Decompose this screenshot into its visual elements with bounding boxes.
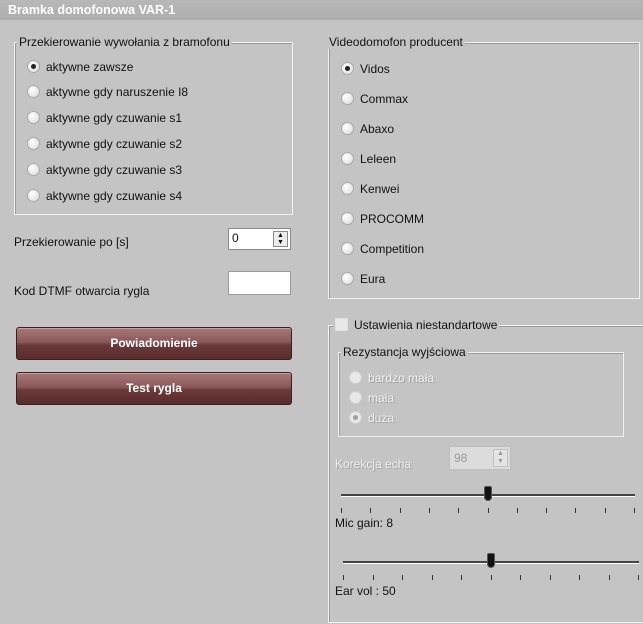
slider-thumb[interactable] [487, 553, 495, 568]
slider-tick [575, 508, 576, 513]
radio-very-small[interactable]: bardzo mała [349, 370, 434, 386]
spin-down-icon[interactable]: ▼ [274, 239, 287, 246]
slider-tick [517, 508, 518, 513]
redirect-group: Przekierowanie wywołania z bramofonu akt… [14, 35, 293, 215]
radio-indicator [341, 272, 354, 286]
radio-active-s2[interactable]: aktywne gdy czuwanie s2 [27, 136, 182, 152]
radio-active-s3[interactable]: aktywne gdy czuwanie s3 [27, 162, 182, 178]
slider-tick [579, 575, 580, 580]
slider-tick [458, 508, 459, 513]
radio-abaxo[interactable]: Abaxo [341, 121, 394, 137]
radio-indicator [27, 60, 40, 74]
radio-indicator [27, 111, 40, 125]
window-title: Bramka domofonowa VAR-1 [8, 3, 176, 17]
redirect-after-label: Przekierowanie po [s] [14, 235, 129, 249]
custom-settings-legend[interactable]: Ustawienia niestandartowe [333, 317, 500, 332]
slider-tick [520, 575, 521, 580]
slider-tick [400, 508, 401, 513]
spinner-arrows[interactable]: ▲ ▼ [273, 231, 288, 247]
radio-active-s1[interactable]: aktywne gdy czuwanie s1 [27, 110, 182, 126]
notify-button[interactable]: Powiadomienie [16, 327, 292, 360]
producer-group-legend: Videodomofon producent [327, 35, 465, 49]
radio-indicator [349, 371, 362, 385]
echo-value: 98 [454, 451, 468, 465]
slider-tick [550, 575, 551, 580]
producer-group: Videodomofon producent Vidos Commax Abax… [327, 35, 640, 299]
slider-tick [429, 508, 430, 513]
radio-indicator [341, 182, 354, 196]
echo-spinner-arrows[interactable]: ▲ ▼ [493, 449, 508, 467]
slider-tick [373, 575, 374, 580]
radio-indicator [341, 152, 354, 166]
spin-up-icon[interactable]: ▲ [274, 232, 287, 239]
slider-tick [343, 575, 344, 580]
slider-ticks [341, 508, 635, 513]
echo-label: Korekcja echa [335, 457, 412, 471]
slider-thumb[interactable] [484, 486, 492, 501]
mic-gain-slider[interactable] [341, 486, 635, 516]
radio-eura[interactable]: Eura [341, 271, 385, 287]
slider-tick [370, 508, 371, 513]
slider-tick [341, 508, 342, 513]
radio-competition[interactable]: Competition [341, 241, 424, 257]
slider-tick [605, 508, 606, 513]
dtmf-label: Kod DTMF otwarcia rygla [14, 284, 150, 298]
slider-tick [546, 508, 547, 513]
title-bar: Bramka domofonowa VAR-1 [0, 0, 643, 20]
slider-tick [488, 508, 489, 513]
radio-active-i8[interactable]: aktywne gdy naruszenie I8 [27, 84, 188, 100]
slider-tick [461, 575, 462, 580]
radio-kenwei[interactable]: Kenwei [341, 181, 399, 197]
radio-indicator [341, 212, 354, 226]
slider-ticks [343, 575, 639, 580]
spin-down-icon[interactable]: ▼ [494, 458, 507, 466]
test-lock-button[interactable]: Test rygla [16, 372, 292, 405]
radio-active-s4[interactable]: aktywne gdy czuwanie s4 [27, 188, 182, 204]
ear-vol-slider[interactable] [343, 553, 639, 583]
redirect-group-legend: Przekierowanie wywołania z bramofonu [17, 35, 232, 49]
custom-settings-checkbox[interactable] [335, 318, 348, 332]
custom-settings-label: Ustawienia niestandartowe [354, 317, 498, 332]
slider-tick [491, 575, 492, 580]
redirect-after-value: 0 [232, 231, 239, 245]
radio-small[interactable]: mała [349, 390, 394, 406]
echo-spinner[interactable]: 98 ▲ ▼ [449, 446, 511, 470]
radio-indicator [341, 92, 354, 106]
radio-indicator [341, 122, 354, 136]
radio-leleen[interactable]: Leleen [341, 151, 396, 167]
radio-indicator [341, 62, 354, 76]
slider-tick [609, 575, 610, 580]
radio-commax[interactable]: Commax [341, 91, 408, 107]
redirect-after-spinner[interactable]: 0 ▲ ▼ [228, 228, 291, 250]
slider-tick [432, 575, 433, 580]
resistance-group: Rezystancja wyjściowa bardzo mała mała d… [338, 345, 624, 437]
ear-vol-label: Ear vol : 50 [335, 584, 396, 598]
radio-procomm[interactable]: PROCOMM [341, 211, 424, 227]
slider-tick [638, 575, 639, 580]
mic-gain-label: Mic gain: 8 [335, 516, 394, 530]
radio-indicator [27, 137, 40, 151]
radio-indicator [349, 391, 362, 405]
spin-up-icon[interactable]: ▲ [494, 450, 507, 458]
radio-indicator [341, 242, 354, 256]
custom-settings-group: Ustawienia niestandartowe Rezystancja wy… [328, 317, 643, 623]
radio-indicator [27, 189, 40, 203]
resistance-legend: Rezystancja wyjściowa [341, 345, 468, 359]
slider-tick [402, 575, 403, 580]
radio-active-always[interactable]: aktywne zawsze [27, 59, 133, 75]
radio-large[interactable]: duża [349, 410, 394, 426]
radio-vidos[interactable]: Vidos [341, 61, 390, 77]
radio-indicator [27, 85, 40, 99]
dtmf-input[interactable] [228, 271, 291, 295]
radio-indicator [27, 163, 40, 177]
radio-indicator [349, 411, 362, 425]
slider-tick [634, 508, 635, 513]
